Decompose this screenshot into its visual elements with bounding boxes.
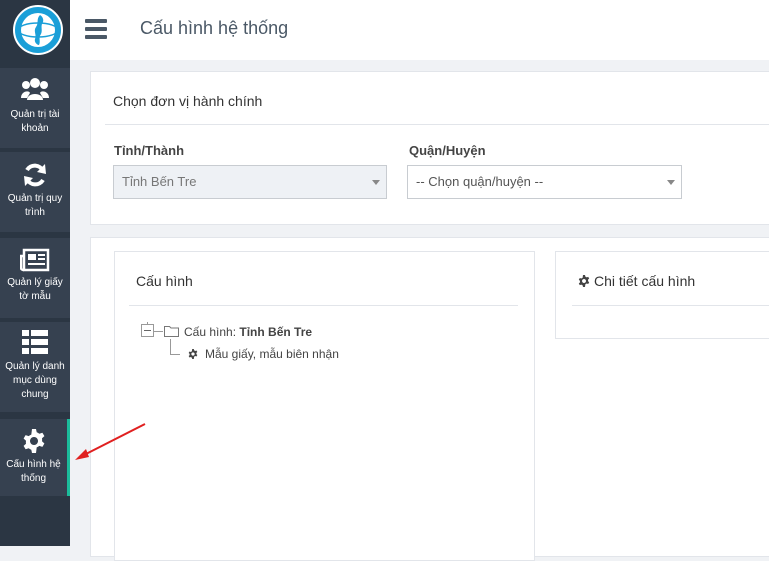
sidebar-item-system-config[interactable]: Cấu hình hệ thống xyxy=(0,419,70,496)
logo-icon xyxy=(13,5,63,55)
gear-icon xyxy=(188,349,198,359)
admin-unit-title: Chọn đơn vị hành chính xyxy=(113,93,263,109)
province-label: Tỉnh/Thành xyxy=(114,143,185,158)
folder-icon xyxy=(164,326,179,337)
district-select[interactable]: -- Chọn quận/huyện -- xyxy=(407,165,682,199)
sidebar-item-workflow[interactable]: Quản trị quy trình xyxy=(0,152,70,232)
divider xyxy=(572,305,769,306)
sidebar-item-templates[interactable]: Quản lý giấy tờ mẫu xyxy=(0,238,70,318)
district-select-value: -- Chọn quận/huyện -- xyxy=(416,174,544,189)
tree-node-prefix: Cấu hình: xyxy=(184,325,237,339)
sidebar-item-label: Quản trị tài khoản xyxy=(10,109,60,134)
tree-node-name: Tỉnh Bến Tre xyxy=(239,325,313,339)
tree-line xyxy=(154,331,163,332)
config-title: Cấu hình xyxy=(136,273,193,289)
divider xyxy=(105,124,769,125)
province-select-value: Tỉnh Bến Tre xyxy=(122,174,197,189)
config-tree-panel: Cấu hình Cấu hình: Tỉnh Bến Tre Mẫu giấy… xyxy=(114,251,535,561)
menu-toggle-icon[interactable] xyxy=(85,19,107,39)
chevron-down-icon xyxy=(372,180,380,185)
newspaper-icon xyxy=(20,248,50,272)
sidebar-item-accounts[interactable]: Quản trị tài khoản xyxy=(0,68,70,148)
sidebar-item-label: Quản lý danh mục dùng chung xyxy=(5,361,65,400)
users-icon xyxy=(21,78,49,100)
gear-icon xyxy=(578,275,590,287)
sidebar-item-categories[interactable]: Quản lý danh mục dùng chung xyxy=(0,322,70,412)
tree-node-root[interactable]: Cấu hình: Tỉnh Bến Tre xyxy=(184,325,312,339)
top-header: Cấu hình hệ thống xyxy=(70,0,769,60)
divider xyxy=(129,305,518,306)
gear-icon xyxy=(23,429,44,453)
district-label: Quận/Huyện xyxy=(409,143,486,158)
detail-title: Chi tiết cấu hình xyxy=(594,273,696,289)
sidebar-item-label: Quản lý giấy tờ mẫu xyxy=(7,277,63,302)
sidebar-item-label: Quản trị quy trình xyxy=(7,193,63,218)
tree-line xyxy=(170,354,180,355)
province-select[interactable]: Tỉnh Bến Tre xyxy=(113,165,387,199)
page-title: Cấu hình hệ thống xyxy=(140,18,289,38)
admin-unit-panel: Chọn đơn vị hành chính Tỉnh/Thành Tỉnh B… xyxy=(90,71,769,225)
tree-node-child[interactable]: Mẫu giấy, mẫu biên nhận xyxy=(205,347,339,361)
config-detail-panel: Chi tiết cấu hình xyxy=(555,251,769,339)
annotation-arrow-icon xyxy=(75,423,146,460)
collapse-icon[interactable] xyxy=(141,324,154,337)
list-icon xyxy=(22,330,48,354)
sidebar: Quản trị tài khoản Quản trị quy trình Qu… xyxy=(0,0,70,546)
chevron-down-icon xyxy=(667,180,675,185)
tree-line xyxy=(170,339,171,354)
sidebar-item-label: Cấu hình hệ thống xyxy=(6,459,61,484)
refresh-icon xyxy=(24,163,46,187)
